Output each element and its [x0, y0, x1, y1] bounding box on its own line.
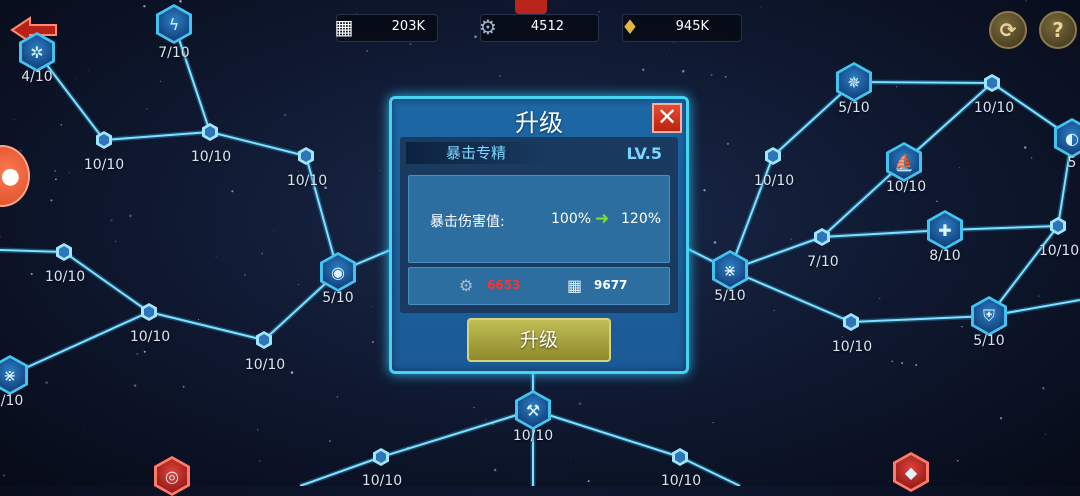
- skill-node-hammer[interactable]: ⚒: [515, 390, 551, 430]
- skill-node-small-level: 10/10: [190, 149, 232, 165]
- skill-node-critical[interactable]: ⋇: [712, 250, 748, 290]
- resource-part-value: 4512: [530, 19, 564, 34]
- close-icon: ✕: [656, 103, 678, 131]
- resource-crate-value: 203K: [391, 19, 425, 34]
- skill-node-strength-level: 8/10: [929, 248, 961, 264]
- upgrade-button[interactable]: 升级: [467, 318, 611, 362]
- skill-node-small-level: 10/10: [286, 173, 328, 189]
- resource-crate: ▦ 203K: [335, 14, 438, 42]
- skill-node-helmet-level: 5/10: [973, 333, 1005, 349]
- link-line: [729, 269, 852, 323]
- link-line: [9, 311, 150, 376]
- skill-node-eye[interactable]: ◎: [154, 456, 190, 496]
- skill-node-hammer-level: 10/10: [512, 428, 554, 444]
- skill-node-small-level: 10/10: [1038, 243, 1080, 259]
- skill-node-planet-level: 5/10: [322, 290, 354, 306]
- skill-node-compass-level: 5/10: [838, 100, 870, 116]
- dialog-content-panel: 暴击专精 LV.5 暴击伤害值: 100% ➜ 120% ⚙ 6653 ▦ 96…: [400, 137, 678, 313]
- skill-node-small-level: 7/10: [807, 254, 839, 270]
- skill-node-compass[interactable]: ✵: [836, 62, 872, 102]
- link-line: [380, 409, 534, 458]
- link-line: [853, 81, 993, 84]
- help-button[interactable]: ?: [1039, 11, 1077, 49]
- skill-node-claw-level: /10: [0, 393, 24, 409]
- skill-node-red-shield[interactable]: ◆: [893, 452, 929, 492]
- skill-node-lightning-level: 7/10: [158, 45, 190, 61]
- paw-icon: ●: [0, 163, 20, 189]
- stat-panel: 暴击伤害值: 100% ➜ 120%: [408, 175, 670, 263]
- refresh-icon: ⟳: [999, 18, 1017, 42]
- help-icon: ?: [1052, 18, 1064, 42]
- crate-icon: ▦: [334, 15, 354, 39]
- mechanical-part-icon: ⚙: [459, 276, 474, 295]
- refresh-button[interactable]: ⟳: [989, 11, 1027, 49]
- resource-crystal: ♦ 945K: [621, 14, 742, 42]
- skill-node-moon-level: 5: [1067, 155, 1077, 171]
- skill-node-small-level: 10/10: [831, 339, 873, 355]
- cost-crate-value: 9677: [594, 278, 628, 292]
- skill-node-small-level: 10/10: [44, 269, 86, 285]
- crystal-icon: ♦: [621, 15, 639, 39]
- skill-level: LV.5: [626, 144, 662, 163]
- upgrade-dialog: 升级 ✕ 暴击专精 LV.5 暴击伤害值: 100% ➜ 120% ⚙ 6653…: [389, 96, 689, 374]
- skill-node-ship-level: 10/10: [885, 179, 927, 195]
- skill-node-small-level: 10/10: [753, 173, 795, 189]
- skill-node-claw[interactable]: ⋇: [0, 355, 28, 395]
- dialog-title: 升级: [515, 109, 563, 137]
- skill-node-gear-level: 4/10: [21, 69, 53, 85]
- resource-crystal-value: 945K: [675, 19, 709, 34]
- skill-node-small-level: 10/10: [83, 157, 125, 173]
- skill-node-small-level: 10/10: [973, 100, 1015, 116]
- skill-node-critical-level: 5/10: [714, 288, 746, 304]
- top-red-tab[interactable]: [515, 0, 547, 14]
- stat-next-value: 120%: [621, 211, 662, 227]
- skill-node-small-level: 10/10: [660, 473, 702, 489]
- close-button[interactable]: ✕: [652, 103, 682, 133]
- resource-part: ⚙ 4512: [479, 14, 599, 42]
- skill-node-ship[interactable]: ⛵: [886, 142, 922, 182]
- skill-node-lightning[interactable]: ϟ: [156, 4, 192, 44]
- skill-node-gear[interactable]: ✲: [19, 32, 55, 72]
- skill-node-helmet[interactable]: ⛨: [971, 296, 1007, 336]
- skill-node-planet[interactable]: ◉: [320, 252, 356, 292]
- link-line: [532, 409, 681, 458]
- skill-node-small-level: 10/10: [244, 357, 286, 373]
- skill-node-strength[interactable]: ✚: [927, 210, 963, 250]
- right-arrow-icon: ➜: [595, 209, 610, 229]
- skill-node-moon[interactable]: ◐: [1054, 118, 1080, 158]
- skill-node-small-level: 10/10: [361, 473, 403, 489]
- cost-panel: ⚙ 6653 ▦ 9677: [408, 267, 670, 305]
- link-line: [103, 131, 211, 141]
- stat-current-value: 100%: [551, 211, 592, 227]
- cost-part-value: 6653: [487, 278, 521, 292]
- stat-label: 暴击伤害值:: [430, 214, 505, 230]
- skill-node-small-level: 10/10: [129, 329, 171, 345]
- mechanical-part-icon: ⚙: [479, 15, 497, 39]
- crate-icon: ▦: [567, 276, 583, 295]
- skill-name: 暴击专精: [406, 142, 551, 164]
